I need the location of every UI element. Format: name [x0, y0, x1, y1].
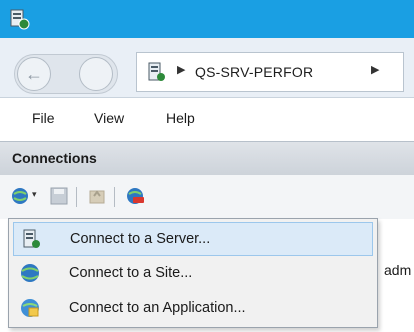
menu-item-connect-site[interactable]: Connect to a Site... [13, 257, 373, 291]
forward-button[interactable] [79, 57, 113, 91]
title-bar [0, 0, 414, 38]
connect-dropdown-icon[interactable] [10, 185, 32, 207]
tree-node-label[interactable]: adm [384, 262, 411, 278]
back-button[interactable]: ← [17, 57, 51, 91]
menu-item-label: Connect to a Server... [70, 231, 211, 247]
connections-toolbar: ▾ [0, 175, 414, 219]
menu-file[interactable]: File [32, 110, 55, 126]
server-icon [23, 229, 40, 248]
disconnect-icon[interactable] [124, 185, 146, 207]
menu-view[interactable]: View [94, 110, 124, 126]
server-manager-icon [10, 9, 30, 30]
connections-header: Connections [0, 141, 414, 175]
menu-bar: File View Help [0, 99, 414, 139]
dropdown-arrow-icon[interactable]: ▾ [32, 189, 37, 200]
forward-arrow-icon [80, 58, 112, 90]
save-icon[interactable] [48, 185, 70, 207]
up-level-icon[interactable] [86, 185, 108, 207]
menu-item-connect-application[interactable]: Connect to an Application... [13, 292, 373, 326]
application-icon [21, 299, 39, 317]
globe-icon [21, 264, 39, 282]
server-icon [148, 62, 165, 81]
connections-title: Connections [12, 150, 97, 166]
nav-buttons: ← [14, 54, 118, 94]
toolbar-divider [114, 187, 115, 207]
connect-menu: Connect to a Server... Connect to a Site… [8, 218, 378, 328]
breadcrumb-chevron-icon[interactable]: ▶ [177, 63, 185, 76]
back-arrow-icon: ← [25, 64, 43, 84]
menu-help[interactable]: Help [166, 110, 195, 126]
breadcrumb-server[interactable]: QS-SRV-PERFOR [195, 64, 313, 80]
menu-item-label: Connect to an Application... [69, 300, 246, 316]
toolbar-divider [76, 187, 77, 207]
menu-item-connect-server[interactable]: Connect to a Server... [13, 222, 373, 256]
breadcrumb-chevron-icon[interactable]: ▶ [371, 63, 379, 76]
menu-item-label: Connect to a Site... [69, 265, 193, 281]
address-bar[interactable]: ▶ QS-SRV-PERFOR ▶ [136, 52, 404, 92]
